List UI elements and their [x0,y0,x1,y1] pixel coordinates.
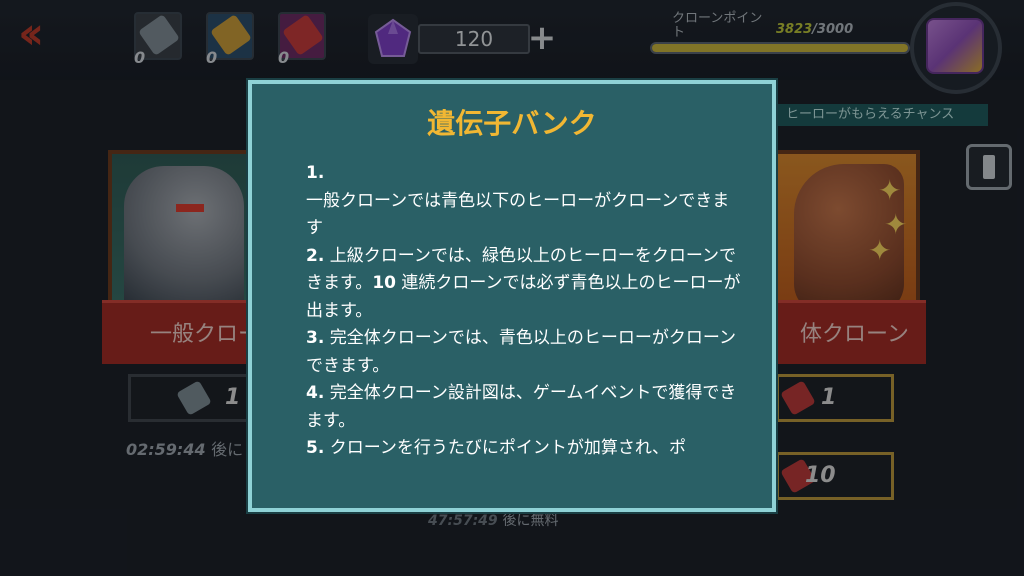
modal-item: 3. 完全体クローンでは、青色以上のヒーローがクローンできます。 [306,325,746,380]
item-text: クローンを行うたびにポイントが加算され、ポ [324,438,687,458]
item-number: 2. [306,245,325,266]
modal-item: 4. 完全体クローン設計図は、ゲームイベントで獲得できます。 [306,380,746,435]
modal-item: 5. クローンを行うたびにポイントが加算され、ポ [306,435,746,463]
item-number: 5. [306,438,325,458]
modal-title: 遺伝子バンク [427,107,597,140]
modal-item: 一般クローンでは青色以下のヒーローがクローンできます [306,188,746,243]
item-text: 完全体クローン設計図は、ゲームイベントで獲得できます。 [306,383,737,431]
item-number: 3. [306,328,325,348]
modal-item: 2. 上級クローンでは、緑色以上のヒーローをクローンできます。10 連続クローン… [306,243,746,326]
item-number: 10 [372,273,396,293]
modal-item: 1. [306,160,746,188]
gene-bank-info-modal: 遺伝子バンク 1. 一般クローンでは青色以下のヒーローがクローンできます 2. … [248,80,776,512]
item-text: 一般クローンでは青色以下のヒーローがクローンできます [306,190,730,239]
item-number: 4. [306,383,325,403]
item-number: 1. [306,163,325,183]
modal-body[interactable]: 1. 一般クローンでは青色以下のヒーローがクローンできます 2. 上級クローンで… [306,160,746,480]
item-text: 完全体クローンでは、青色以上のヒーローがクローンできます。 [306,328,736,376]
